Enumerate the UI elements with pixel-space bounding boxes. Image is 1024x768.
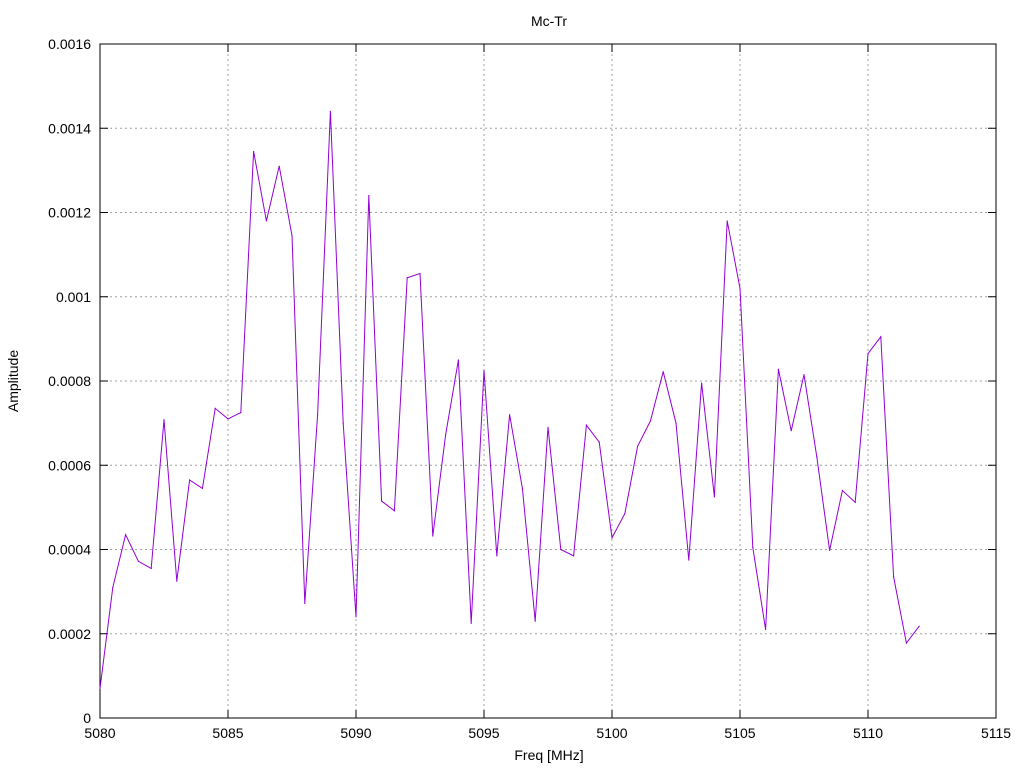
- data-point: [803, 374, 805, 376]
- x-tick-label: 5090: [340, 725, 371, 741]
- data-point: [201, 487, 203, 490]
- data-point: [765, 628, 767, 631]
- data-point: [265, 220, 267, 222]
- x-tick-label: 5115: [981, 725, 1011, 741]
- data-point: [406, 277, 408, 279]
- y-axis-label: Amplitude: [5, 350, 21, 412]
- data-point: [713, 496, 716, 498]
- data-point: [150, 567, 152, 570]
- x-tick-label: 5100: [596, 725, 627, 741]
- data-point: [573, 555, 575, 557]
- series: [99, 110, 920, 690]
- data-point: [739, 287, 741, 289]
- data-point: [240, 411, 242, 414]
- data-point: [790, 430, 792, 432]
- data-point: [253, 150, 255, 153]
- series-line: [99, 111, 920, 689]
- data-point: [509, 414, 511, 416]
- data-point: [355, 616, 357, 618]
- y-tick-label: 0: [83, 710, 91, 726]
- data-point: [496, 555, 498, 557]
- data-point: [342, 422, 344, 424]
- data-point: [777, 368, 780, 370]
- data-point: [534, 620, 536, 622]
- data-point: [291, 235, 293, 237]
- data-point: [432, 535, 434, 537]
- data-point: [457, 359, 459, 361]
- data-point: [726, 220, 728, 222]
- data-point: [176, 580, 178, 582]
- data-point: [560, 548, 562, 551]
- data-point: [585, 424, 588, 426]
- y-tick-label: 0.0014: [48, 120, 91, 136]
- y-tick-label: 0.0012: [48, 205, 91, 221]
- data-point: [829, 549, 831, 551]
- y-tick-label: 0.0002: [48, 626, 91, 642]
- data-point: [163, 419, 165, 421]
- data-point: [841, 489, 844, 492]
- grid: [100, 44, 996, 718]
- y-tick-label: 0.0006: [48, 457, 91, 473]
- data-point: [611, 537, 613, 539]
- data-point: [637, 445, 639, 447]
- y-tick-label: 0.0008: [48, 373, 91, 389]
- data-point: [99, 687, 101, 690]
- x-tick-labels: 5080 5085 5090 5095 5100 5105 5110 5115: [84, 725, 1011, 741]
- data-point: [317, 414, 319, 416]
- data-point: [880, 336, 882, 338]
- data-point: [547, 426, 549, 428]
- data-point: [393, 510, 395, 512]
- data-point: [419, 272, 421, 275]
- data-point: [701, 382, 703, 384]
- x-axis-label: Freq [MHz]: [514, 747, 583, 763]
- data-point: [125, 534, 127, 536]
- data-point: [189, 479, 191, 481]
- x-tick-label: 5095: [468, 725, 499, 741]
- chart: Mc-Tr 5080 5085 5090 5095 5100 5105 5110 5115 0…: [5, 13, 1011, 763]
- data-point: [381, 500, 383, 502]
- data-point: [854, 501, 856, 503]
- data-point: [893, 576, 895, 578]
- data-point: [470, 622, 472, 624]
- data-point: [662, 371, 664, 373]
- data-point: [445, 434, 447, 436]
- data-point: [227, 418, 229, 420]
- data-point: [214, 407, 216, 409]
- data-point: [483, 369, 485, 372]
- y-tick-label: 0.001: [56, 289, 91, 305]
- data-point: [688, 559, 690, 561]
- y-tick-label: 0.0004: [48, 542, 91, 558]
- x-tick-label: 5105: [724, 725, 755, 741]
- data-point: [137, 560, 139, 562]
- x-tick-label: 5080: [84, 725, 115, 741]
- data-point: [304, 602, 306, 605]
- data-point: [368, 195, 370, 197]
- data-point: [816, 456, 818, 458]
- data-point: [918, 625, 920, 627]
- x-tick-label: 5085: [212, 725, 243, 741]
- data-point: [329, 110, 331, 112]
- data-point: [752, 546, 754, 548]
- data-point: [867, 353, 869, 355]
- y-tick-label: 0.0016: [48, 36, 91, 52]
- data-point: [112, 586, 114, 589]
- x-tick-label: 5110: [853, 725, 883, 741]
- data-point: [675, 422, 677, 424]
- data-point: [521, 487, 524, 490]
- y-tick-labels: 0 0.0002 0.0004 0.0006 0.0008 0.001 0.0012 0.00…: [48, 36, 91, 726]
- data-point: [278, 165, 280, 167]
- chart-title: Mc-Tr: [531, 13, 567, 29]
- data-point: [905, 642, 908, 644]
- data-point: [598, 441, 600, 443]
- data-point: [649, 420, 652, 422]
- data-point: [624, 513, 626, 515]
